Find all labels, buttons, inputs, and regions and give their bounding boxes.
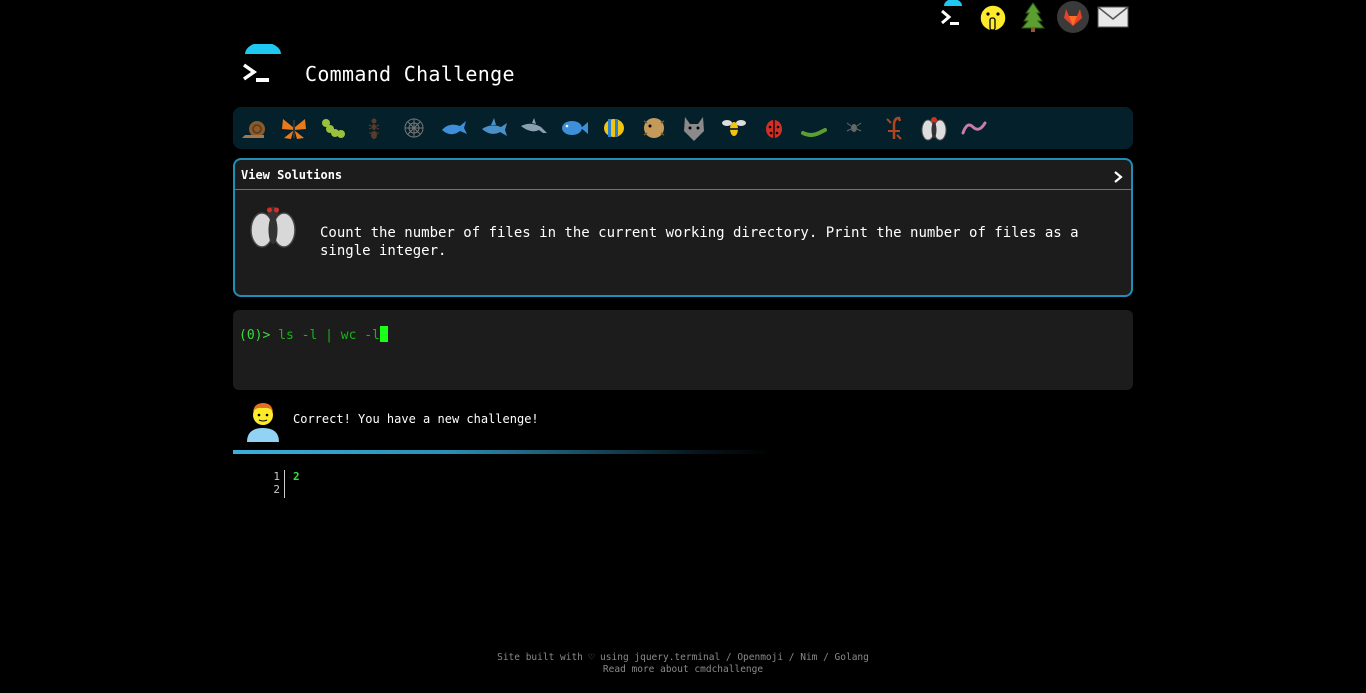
spider-web-icon[interactable] xyxy=(399,113,429,143)
blowfish-icon[interactable] xyxy=(639,113,669,143)
view-solutions-label: View Solutions xyxy=(241,168,343,182)
fish-icon[interactable] xyxy=(559,113,589,143)
gitlab-icon[interactable] xyxy=(1056,0,1090,34)
challenge-bar xyxy=(233,107,1133,149)
fly-icon xyxy=(250,206,296,248)
ant-icon[interactable] xyxy=(359,113,389,143)
site-logo-icon[interactable] xyxy=(240,44,286,90)
caterpillar-icon[interactable] xyxy=(319,113,349,143)
earthworm-icon[interactable] xyxy=(959,113,989,143)
output-panel: 1 2 2 xyxy=(262,470,462,500)
terminal-logo-icon[interactable] xyxy=(936,0,970,34)
prompt-indicator: (0)> xyxy=(239,328,279,343)
wolf-icon[interactable] xyxy=(679,113,709,143)
lady-beetle-icon[interactable] xyxy=(759,113,789,143)
page: Command Challenge View Solutions Count t… xyxy=(0,0,1366,693)
prompt-line: (0)> ls -l | wc -l xyxy=(239,326,388,343)
snail-icon[interactable] xyxy=(239,113,269,143)
evergreen-tree-icon[interactable] xyxy=(1016,0,1050,34)
honeybee-icon[interactable] xyxy=(719,113,749,143)
read-more-link[interactable]: Read more about cmdchallenge xyxy=(603,664,763,675)
view-solutions-toggle[interactable]: View Solutions xyxy=(235,160,1131,190)
challenge-description: Count the number of files in the current… xyxy=(320,225,1079,259)
scorpion-icon[interactable] xyxy=(879,113,909,143)
fly-icon[interactable] xyxy=(919,113,949,143)
tropical-fish-icon[interactable] xyxy=(599,113,629,143)
output-text: 2 xyxy=(293,470,300,483)
command-input[interactable]: ls -l | wc -l xyxy=(278,328,380,343)
spider-icon[interactable] xyxy=(839,113,869,143)
shark-icon[interactable] xyxy=(479,113,509,143)
line-numbers: 1 2 xyxy=(262,470,285,498)
challenge-panel: View Solutions Count the number of files… xyxy=(233,158,1133,297)
butterfly-icon[interactable] xyxy=(279,113,309,143)
terminal-cursor xyxy=(379,326,388,342)
progress-bar xyxy=(233,450,773,454)
site-title: Command Challenge xyxy=(305,62,515,86)
footer-credits-link[interactable]: Site built with ♡ using jquery.terminal … xyxy=(497,652,869,663)
envelope-icon[interactable] xyxy=(1096,0,1130,34)
terminal[interactable]: (0)> ls -l | wc -l xyxy=(233,310,1133,390)
worm-icon[interactable] xyxy=(799,113,829,143)
top-nav xyxy=(930,0,1140,36)
shushing-face-icon[interactable] xyxy=(976,0,1010,34)
footer: Site built with ♡ using jquery.terminal … xyxy=(383,652,983,676)
chevron-right-icon xyxy=(1114,171,1123,183)
person-avatar-icon xyxy=(247,403,279,442)
whale-icon[interactable] xyxy=(439,113,469,143)
dolphin-icon[interactable] xyxy=(519,113,549,143)
status-message: Correct! You have a new challenge! xyxy=(293,412,539,426)
